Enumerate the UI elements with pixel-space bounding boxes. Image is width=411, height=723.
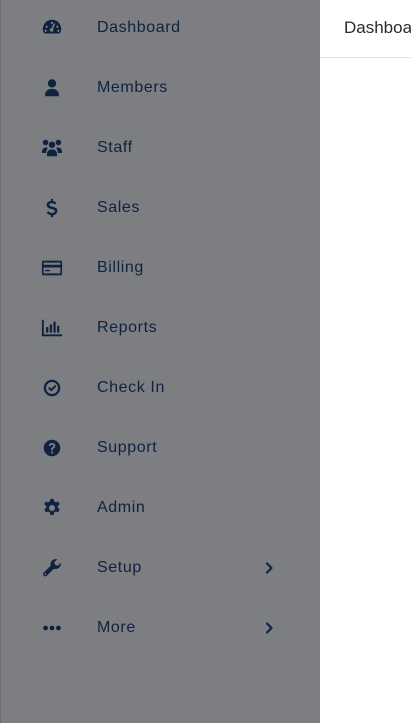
question-circle-icon [39, 435, 65, 461]
sidebar-item-label: Admin [97, 499, 146, 516]
credit-card-icon [39, 255, 65, 281]
sidebar-item-label: Support [97, 439, 158, 456]
sidebar-nav: Dashboard Members Staff Sales Billing Re… [0, 0, 320, 723]
gear-icon [39, 495, 65, 521]
bar-chart-icon [39, 315, 65, 341]
chevron-right-icon [262, 561, 276, 575]
sidebar-item-label: Reports [97, 319, 158, 336]
page-header: Dashboard [320, 0, 411, 58]
sidebar-item-label: Billing [97, 259, 144, 276]
wrench-icon [39, 555, 65, 581]
sidebar-item-members[interactable]: Members [1, 58, 321, 118]
sidebar-item-label: More [97, 619, 136, 636]
chevron-right-icon [262, 621, 276, 635]
sidebar-item-more[interactable]: More [1, 598, 321, 658]
sidebar-item-label: Check In [97, 379, 165, 396]
sidebar-item-sales[interactable]: Sales [1, 178, 321, 238]
user-icon [39, 75, 65, 101]
gauge-icon [39, 15, 65, 41]
sidebar-item-billing[interactable]: Billing [1, 238, 321, 298]
sidebar-item-dashboard[interactable]: Dashboard [1, 0, 321, 58]
sidebar-item-label: Members [97, 79, 168, 96]
sidebar-item-support[interactable]: Support [1, 418, 321, 478]
sidebar-item-label: Setup [97, 559, 142, 576]
main-content: Dashboard [320, 0, 411, 723]
dollar-icon [39, 195, 65, 221]
sidebar-item-setup[interactable]: Setup [1, 538, 321, 598]
sidebar-item-reports[interactable]: Reports [1, 298, 321, 358]
check-circle-icon [39, 375, 65, 401]
ellipsis-icon [39, 615, 65, 641]
sidebar-item-check-in[interactable]: Check In [1, 358, 321, 418]
page-title: Dashboard [344, 18, 411, 37]
sidebar-item-label: Staff [97, 139, 133, 156]
users-icon [39, 135, 65, 161]
sidebar-item-staff[interactable]: Staff [1, 118, 321, 178]
sidebar-item-admin[interactable]: Admin [1, 478, 321, 538]
sidebar-item-label: Dashboard [97, 19, 181, 36]
sidebar-item-label: Sales [97, 199, 141, 216]
